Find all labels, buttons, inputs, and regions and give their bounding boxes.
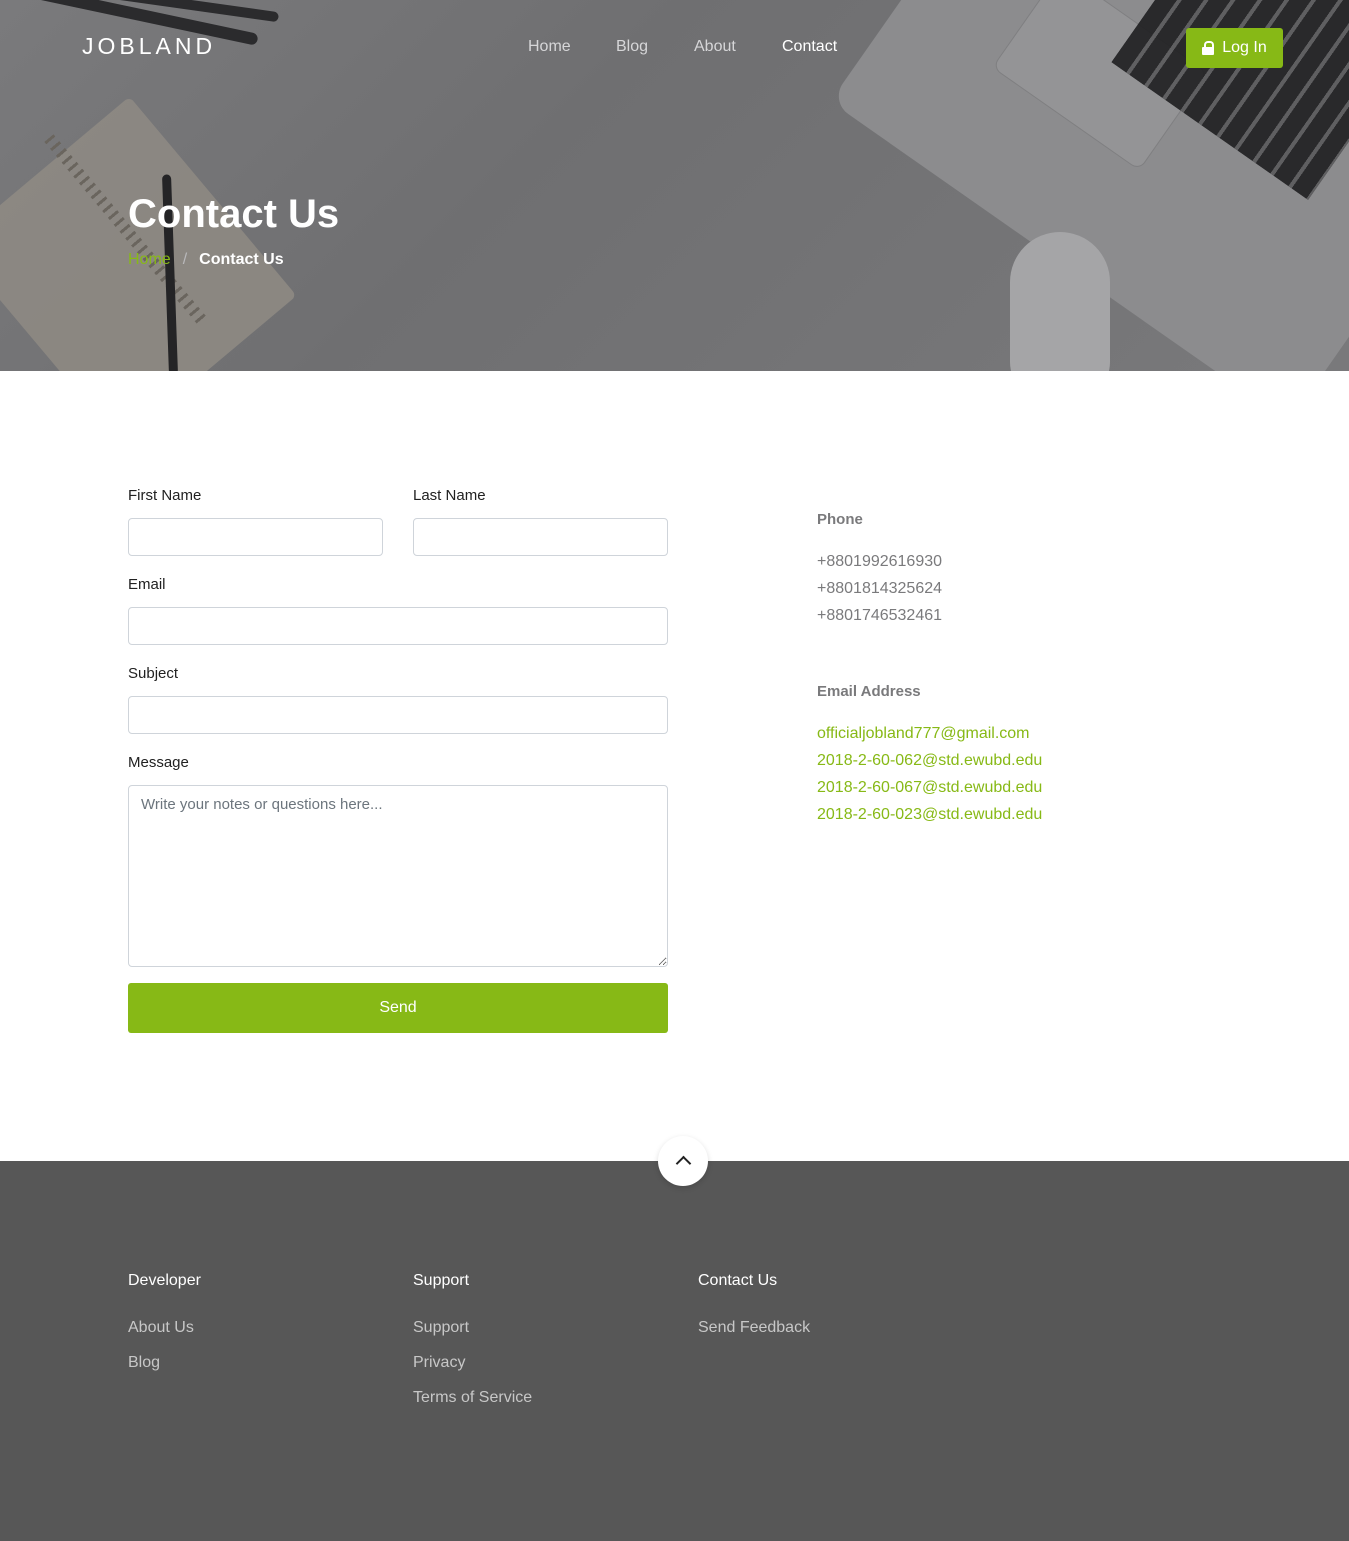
footer-heading-support: Support (413, 1272, 470, 1289)
footer-link-terms[interactable]: Terms of Service (413, 1389, 532, 1407)
footer-link-privacy[interactable]: Privacy (413, 1354, 465, 1372)
email-input[interactable] (128, 607, 668, 645)
message-textarea[interactable] (128, 785, 668, 967)
subject-input[interactable] (128, 696, 668, 734)
page-title: Contact Us (128, 192, 340, 236)
footer-link-send-feedback[interactable]: Send Feedback (698, 1319, 810, 1337)
nav-contact[interactable]: Contact (782, 38, 837, 56)
last-name-label: Last Name (413, 487, 486, 504)
mouse-image (1010, 232, 1110, 371)
email-address-heading: Email Address (817, 683, 921, 700)
site-logo[interactable]: JOBLAND (82, 33, 216, 60)
phone-heading: Phone (817, 511, 863, 528)
footer (0, 1161, 1349, 1541)
email-link[interactable]: 2018-2-60-062@std.ewubd.edu (817, 752, 1042, 770)
nav-home[interactable]: Home (528, 38, 571, 56)
login-button[interactable]: Log In (1186, 28, 1283, 68)
breadcrumb-current: Contact Us (199, 251, 284, 268)
first-name-input[interactable] (128, 518, 383, 556)
navbar: JOBLAND Home Blog About Contact Log In (0, 0, 1349, 95)
chevron-up-icon (675, 1155, 691, 1172)
scroll-to-top-button[interactable] (658, 1136, 708, 1186)
lock-icon (1202, 41, 1215, 55)
hero-banner: JOBLAND Home Blog About Contact Log In C… (0, 0, 1349, 371)
breadcrumb-home[interactable]: Home (128, 251, 171, 269)
send-button[interactable]: Send (128, 983, 668, 1033)
footer-link-about-us[interactable]: About Us (128, 1319, 194, 1337)
subject-label: Subject (128, 665, 179, 682)
breadcrumb-separator: / (182, 251, 188, 268)
footer-heading-contact: Contact Us (698, 1272, 778, 1289)
phone-number: +8801992616930 (817, 553, 943, 570)
footer-link-support[interactable]: Support (413, 1319, 469, 1337)
phone-number: +8801746532461 (817, 607, 943, 624)
email-link[interactable]: officialjobland777@gmail.com (817, 725, 1030, 743)
nav-blog[interactable]: Blog (616, 38, 648, 56)
nav-about[interactable]: About (694, 38, 736, 56)
footer-heading-developer: Developer (128, 1272, 201, 1289)
footer-link-blog[interactable]: Blog (128, 1354, 160, 1372)
email-link[interactable]: 2018-2-60-067@std.ewubd.edu (817, 779, 1042, 797)
message-label: Message (128, 754, 189, 771)
last-name-input[interactable] (413, 518, 668, 556)
phone-number: +8801814325624 (817, 580, 943, 597)
email-link[interactable]: 2018-2-60-023@std.ewubd.edu (817, 806, 1042, 824)
login-label: Log In (1222, 39, 1267, 56)
email-label: Email (128, 576, 166, 593)
first-name-label: First Name (128, 487, 202, 504)
breadcrumb: Home / Contact Us (128, 251, 284, 269)
